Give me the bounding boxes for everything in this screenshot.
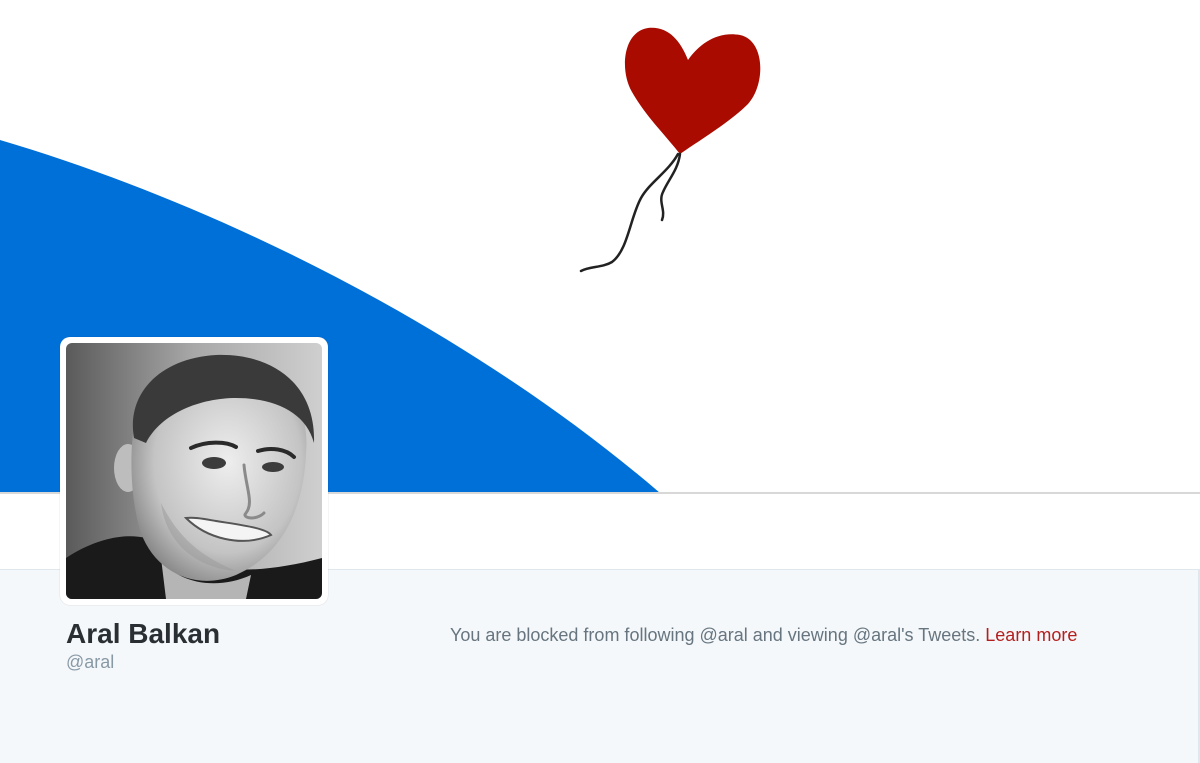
learn-more-link[interactable]: Learn more — [985, 625, 1077, 645]
profile-photo-icon — [66, 343, 322, 599]
heart-balloon-icon — [579, 27, 761, 273]
avatar-photo — [66, 343, 322, 599]
avatar[interactable] — [60, 337, 328, 605]
profile-name[interactable]: Aral Balkan — [66, 617, 220, 651]
blocked-notice: You are blocked from following @aral and… — [450, 624, 1077, 646]
blocked-notice-text: You are blocked from following @aral and… — [450, 625, 981, 645]
profile-page: Aral Balkan @aral You are blocked from f… — [0, 0, 1200, 763]
profile-handle: @aral — [66, 652, 115, 672]
